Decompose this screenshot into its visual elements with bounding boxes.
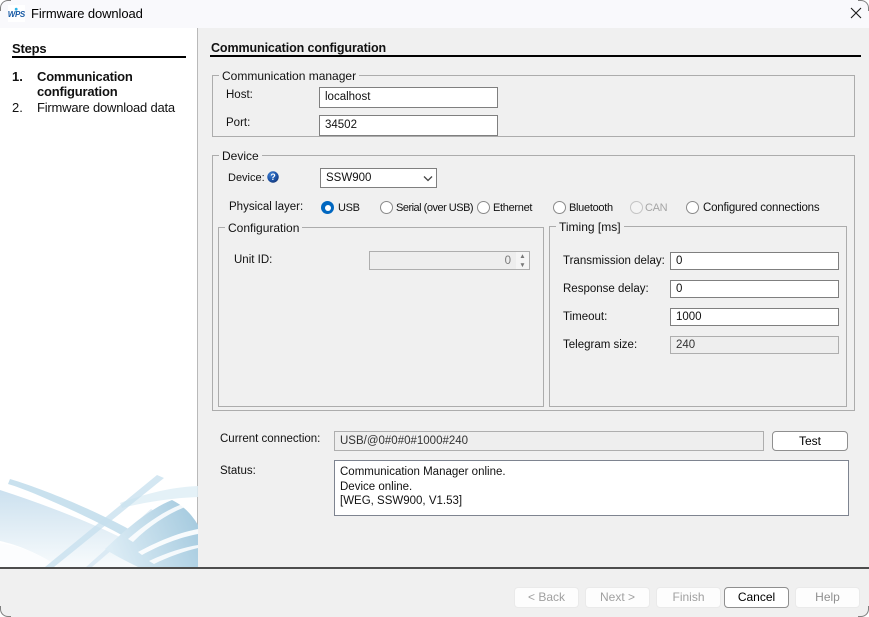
svg-text:WPS: WPS — [8, 10, 25, 19]
svg-text:?: ? — [270, 172, 275, 182]
